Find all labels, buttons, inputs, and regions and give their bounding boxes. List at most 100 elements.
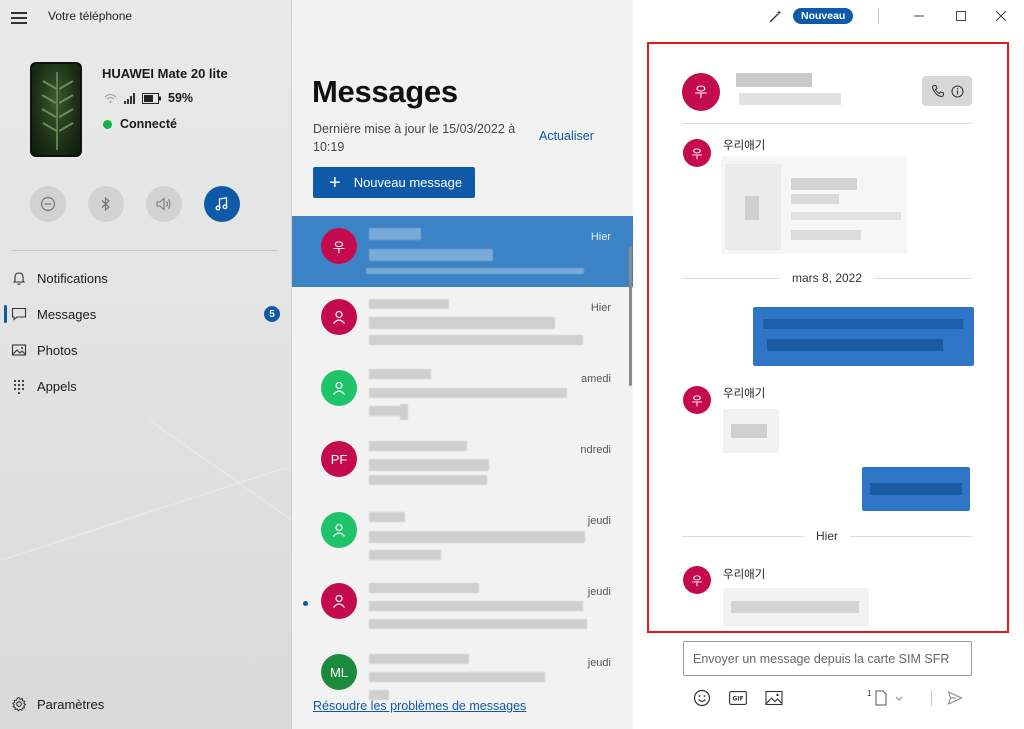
redacted-preview	[369, 249, 493, 261]
conversation-item[interactable]: jeudi	[292, 571, 633, 642]
messages-pane: Messages Dernière mise à jour le 15/03/2…	[292, 0, 633, 729]
sender-name: 우리애기	[723, 140, 766, 152]
redacted-preview	[369, 654, 469, 664]
refresh-link[interactable]: Actualiser	[539, 129, 594, 143]
background-decoration	[149, 420, 291, 570]
redacted-preview	[369, 512, 405, 522]
image-icon	[765, 690, 783, 706]
redacted-preview	[369, 550, 441, 560]
connection-status: Connecté	[103, 117, 177, 131]
photo-icon	[11, 344, 27, 356]
media-button[interactable]	[204, 186, 240, 222]
maximize-button[interactable]	[951, 6, 971, 26]
title-bar-separator	[878, 8, 879, 24]
conversation-date: jeudi	[587, 515, 611, 527]
do-not-disturb-button[interactable]	[30, 186, 66, 222]
conversation-avatar	[321, 583, 357, 619]
conversation-date: ndredi	[580, 444, 611, 456]
sidebar: Votre téléphone HUAWEI Mate 20 lite 59% …	[0, 0, 292, 729]
sidebar-item-label: Appels	[37, 378, 77, 394]
troubleshoot-link[interactable]: Résoudre les problèmes de messages	[313, 699, 526, 713]
redacted-preview	[369, 672, 545, 682]
bell-icon	[12, 272, 26, 285]
emoji-button[interactable]	[692, 688, 712, 708]
settings-button[interactable]: Paramètres	[0, 690, 200, 718]
sender-avatar: 우	[683, 386, 711, 414]
conversation-date: Hier	[590, 231, 611, 243]
redacted-preview	[366, 268, 584, 274]
music-note-icon	[215, 197, 228, 211]
conversation-date: jeudi	[587, 657, 611, 669]
conversation-date: amedi	[581, 373, 611, 385]
person-icon	[333, 381, 345, 395]
maximize-icon	[956, 11, 966, 21]
menu-icon[interactable]	[11, 12, 27, 24]
conversation-scrollbar[interactable]	[629, 246, 632, 386]
volume-button[interactable]	[146, 186, 182, 222]
phone-icon	[931, 85, 944, 98]
conversation-item[interactable]: jeudi	[292, 500, 633, 571]
new-feature-badge[interactable]: Nouveau	[793, 8, 854, 24]
send-button[interactable]	[945, 688, 965, 708]
redacted-preview	[400, 404, 408, 420]
conversation-item[interactable]: 우 Hier	[292, 216, 633, 287]
bluetooth-icon	[101, 196, 110, 212]
message-input[interactable]: Envoyer un message depuis la carte SIM S…	[683, 641, 972, 676]
gear-icon	[11, 696, 27, 712]
bluetooth-button[interactable]	[88, 186, 124, 222]
gif-icon: GIF	[729, 691, 747, 705]
date-separator: Hier	[682, 529, 973, 543]
sender-avatar: 우	[683, 139, 711, 167]
dialpad-icon	[13, 379, 25, 394]
contact-avatar[interactable]: 우	[682, 73, 720, 111]
sidebar-item-label: Messages	[37, 306, 97, 322]
call-button[interactable]	[922, 76, 972, 106]
smiley-icon	[693, 689, 711, 707]
title-bar-left: Votre téléphone	[0, 0, 291, 32]
sidebar-item-label: Notifications	[37, 270, 108, 286]
conversation-list: 우 Hier Hier amedi PF ndredi jeudi jeudi ML jeudi	[292, 216, 633, 713]
outgoing-message[interactable]	[753, 307, 974, 366]
redacted-preview	[369, 601, 583, 611]
magic-wand-icon[interactable]	[768, 8, 784, 24]
new-message-button[interactable]: + Nouveau message	[313, 167, 475, 198]
conversation-item[interactable]: Hier	[292, 287, 633, 358]
sidebar-item-notifications[interactable]: Notifications	[0, 260, 291, 296]
sidebar-item-messages[interactable]: Messages 5	[0, 296, 291, 332]
conversation-avatar	[321, 512, 357, 548]
contact-name-redacted	[736, 73, 812, 87]
incoming-message[interactable]	[721, 156, 907, 254]
wifi-icon	[104, 93, 117, 103]
conversation-avatar	[321, 370, 357, 406]
redacted-preview	[369, 369, 431, 379]
last-updated-text: Dernière mise à jour le 15/03/2022 à 10:…	[313, 122, 516, 154]
sender-name: 우리애기	[723, 388, 766, 400]
send-icon	[947, 690, 963, 706]
incoming-message[interactable]	[723, 409, 779, 453]
outgoing-message[interactable]	[862, 467, 970, 511]
person-icon	[333, 310, 345, 324]
close-button[interactable]	[991, 6, 1011, 26]
close-icon	[996, 11, 1006, 21]
redacted-preview	[369, 317, 555, 329]
sidebar-nav: Notifications Messages 5 Photos Appels	[0, 260, 291, 404]
minimize-icon	[914, 15, 924, 17]
sidebar-item-calls[interactable]: Appels	[0, 368, 291, 404]
person-icon	[333, 523, 345, 537]
redacted-preview	[369, 475, 487, 485]
plus-icon: +	[329, 171, 341, 194]
conversation-item[interactable]: amedi	[292, 358, 633, 429]
image-button[interactable]	[764, 688, 784, 708]
sim-selector[interactable]: 1	[865, 688, 905, 708]
speaker-icon	[156, 197, 171, 211]
svg-text:GIF: GIF	[732, 696, 743, 703]
gif-button[interactable]: GIF	[728, 688, 748, 708]
minimize-button[interactable]	[909, 6, 929, 26]
new-message-label: Nouveau message	[353, 175, 463, 190]
sidebar-item-photos[interactable]: Photos	[0, 332, 291, 368]
incoming-message[interactable]	[723, 588, 869, 626]
signal-icon	[124, 92, 135, 104]
conversation-item[interactable]: PF ndredi	[292, 429, 633, 500]
message-icon	[11, 307, 27, 321]
redacted-preview	[369, 335, 583, 345]
